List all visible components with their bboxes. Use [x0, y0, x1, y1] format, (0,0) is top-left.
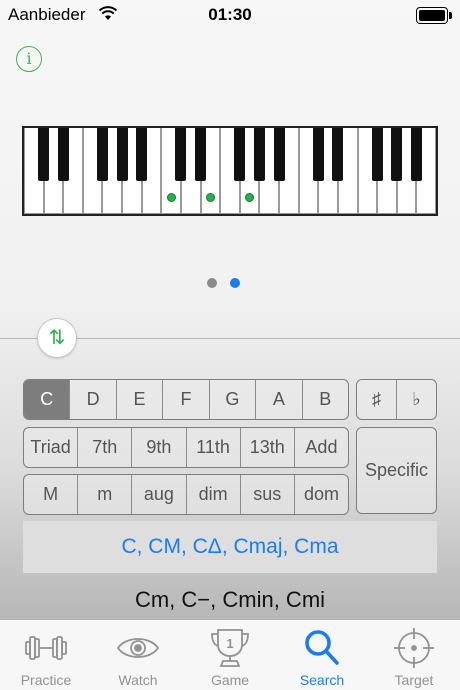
- battery-icon: [416, 7, 452, 24]
- sharp-button[interactable]: ♯: [357, 380, 396, 419]
- note-f-button[interactable]: F: [162, 380, 208, 419]
- swap-direction-button[interactable]: ⇅: [37, 318, 77, 358]
- tab-practice[interactable]: Practice: [0, 620, 92, 690]
- chord-names-label: C, CM, CΔ, Cmaj, Cma: [121, 535, 339, 558]
- black-key-a-sharp-3[interactable]: [410, 128, 422, 181]
- tab-label: Practice: [20, 672, 72, 688]
- black-key-d-sharp-1[interactable]: [57, 128, 69, 181]
- tab-game[interactable]: 1 Game: [184, 620, 276, 690]
- seventh-button[interactable]: 7th: [77, 428, 131, 467]
- chord-result-secondary[interactable]: Cm, C−, Cmin, Cmi: [0, 587, 460, 613]
- status-bar: Aanbieder 01:30: [0, 0, 460, 30]
- page-dot-2[interactable]: [230, 278, 240, 288]
- trophy-icon: 1: [184, 628, 276, 668]
- tab-label: Game: [210, 672, 250, 688]
- black-key-g-sharp-1[interactable]: [116, 128, 128, 181]
- black-key-d-sharp-3[interactable]: [332, 128, 344, 181]
- info-button[interactable]: i: [16, 46, 42, 72]
- page-dot-1[interactable]: [207, 278, 217, 288]
- tab-label: Target: [394, 672, 434, 688]
- page-indicator[interactable]: [0, 278, 460, 288]
- black-key-a-sharp-2[interactable]: [273, 128, 285, 181]
- clock: 01:30: [208, 5, 252, 24]
- black-key-c-sharp-3[interactable]: [312, 128, 324, 181]
- flat-button[interactable]: ♭: [396, 380, 436, 419]
- augmented-button[interactable]: aug: [131, 475, 185, 514]
- black-key-g-sharp-3[interactable]: [391, 128, 403, 181]
- black-key-d-sharp-2[interactable]: [195, 128, 207, 181]
- tab-watch[interactable]: Watch: [92, 620, 184, 690]
- ninth-button[interactable]: 9th: [131, 428, 185, 467]
- chord-type-selector: Triad 7th 9th 11th 13th Add: [23, 427, 349, 468]
- black-key-g-sharp-2[interactable]: [253, 128, 265, 181]
- eye-icon: [92, 628, 184, 668]
- tab-label: Search: [299, 672, 345, 688]
- black-key-f-sharp-2[interactable]: [234, 128, 246, 181]
- tab-label: Watch: [118, 672, 158, 688]
- search-icon: [276, 628, 368, 668]
- note-b-button[interactable]: B: [301, 380, 348, 419]
- swap-arrows-icon: ⇅: [48, 327, 66, 349]
- note-d-button[interactable]: D: [69, 380, 115, 419]
- black-key-f-sharp-1[interactable]: [96, 128, 108, 181]
- dumbbell-icon: [0, 628, 92, 668]
- tab-target[interactable]: Target: [368, 620, 460, 690]
- piano-keyboard[interactable]: [22, 126, 438, 216]
- eleventh-button[interactable]: 11th: [185, 428, 240, 467]
- black-key-a-sharp-1[interactable]: [136, 128, 148, 181]
- black-key-c-sharp-1[interactable]: [38, 128, 50, 181]
- trophy-badge: 1: [226, 636, 233, 651]
- triad-button[interactable]: Triad: [24, 428, 77, 467]
- add-button[interactable]: Add: [293, 428, 348, 467]
- dominant-button[interactable]: dom: [293, 475, 348, 514]
- black-key-c-sharp-2[interactable]: [175, 128, 187, 181]
- note-e-button[interactable]: E: [115, 380, 162, 419]
- tab-search[interactable]: Search: [276, 620, 368, 690]
- active-note-dot-c: [166, 193, 176, 202]
- black-key-f-sharp-3[interactable]: [371, 128, 383, 181]
- tab-bar: Practice Watch 1 Game Search Target: [0, 619, 460, 690]
- chord-result-primary[interactable]: C, CM, CΔ, Cmaj, Cma: [23, 521, 437, 573]
- note-c-button[interactable]: C: [24, 380, 70, 419]
- active-note-dot-e: [205, 193, 215, 202]
- diminished-button[interactable]: dim: [185, 475, 240, 514]
- specific-button[interactable]: Specific: [356, 427, 437, 514]
- accidental-selector: ♯ ♭: [356, 379, 437, 420]
- note-g-button[interactable]: G: [208, 380, 255, 419]
- thirteenth-button[interactable]: 13th: [239, 428, 294, 467]
- quality-selector: M m aug dim sus dom: [23, 474, 349, 515]
- major-button[interactable]: M: [24, 475, 77, 514]
- note-a-button[interactable]: A: [255, 380, 301, 419]
- note-selector: C D E F G A B: [23, 379, 349, 420]
- suspended-button[interactable]: sus: [239, 475, 294, 514]
- crosshair-icon: [368, 628, 460, 668]
- minor-button[interactable]: m: [77, 475, 131, 514]
